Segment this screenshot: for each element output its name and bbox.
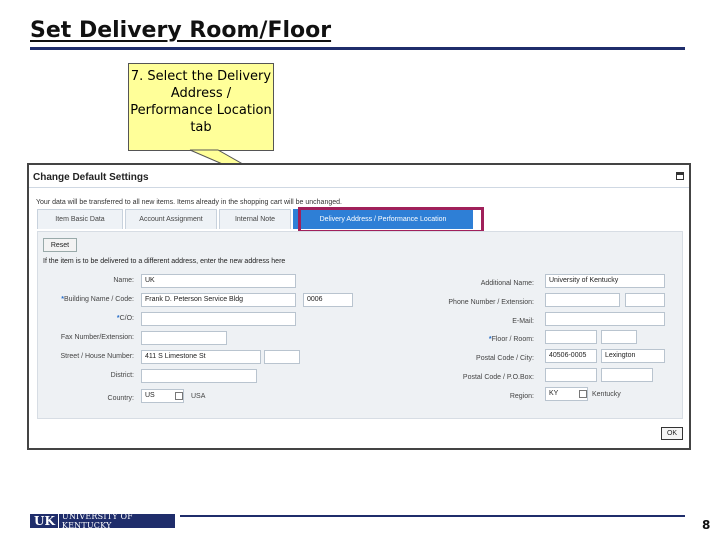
- street-field[interactable]: 411 S Limestone St: [141, 350, 261, 364]
- postal-code-field[interactable]: 40506-0005: [545, 349, 597, 363]
- logo-uk: UK: [30, 514, 59, 528]
- additional-name-label: Additional Name:: [480, 280, 534, 287]
- additional-name-field[interactable]: University of Kentucky: [545, 274, 665, 288]
- email-label: E-Mail:: [512, 318, 534, 325]
- fax-field[interactable]: [141, 331, 227, 345]
- phone-extension-field[interactable]: [625, 293, 665, 307]
- phone-label: Phone Number / Extension:: [448, 299, 534, 306]
- info-text: Your data will be transferred to all new…: [36, 199, 342, 206]
- district-field[interactable]: [141, 369, 257, 383]
- fax-label: Fax Number/Extension:: [60, 334, 134, 341]
- title-divider: [30, 47, 685, 50]
- footer-divider: [180, 515, 685, 517]
- tab-internal-note[interactable]: Internal Note: [219, 209, 291, 229]
- address-instruction: If the item is to be delivered to a diff…: [43, 258, 286, 265]
- building-label-text: Building Name / Code:: [63, 296, 134, 303]
- dialog-header: Change Default Settings: [29, 165, 689, 188]
- region-value-help-icon[interactable]: [579, 390, 587, 398]
- po-box-field[interactable]: [601, 368, 653, 382]
- country-label: Country:: [107, 395, 134, 402]
- page-number: 8: [702, 518, 711, 532]
- co-label-text: C/O:: [119, 315, 134, 322]
- city-field[interactable]: Lexington: [601, 349, 665, 363]
- email-field[interactable]: [545, 312, 665, 326]
- maximize-icon[interactable]: [676, 172, 684, 180]
- dialog-title: Change Default Settings: [33, 172, 149, 183]
- street-label: Street / House Number:: [60, 353, 134, 360]
- floor-field[interactable]: [545, 330, 597, 344]
- floor-room-label-text: Floor / Room:: [491, 336, 534, 343]
- po-box-label: Postal Code / P.O.Box:: [462, 374, 534, 381]
- region-label: Region:: [509, 393, 534, 400]
- slide-title: Set Delivery Room/Floor: [30, 18, 332, 43]
- region-name: Kentucky: [592, 391, 621, 398]
- tab-item-basic-data[interactable]: Item Basic Data: [37, 209, 123, 229]
- ok-button[interactable]: OK: [661, 427, 683, 440]
- instruction-callout: 7. Select the Delivery Address / Perform…: [128, 63, 274, 151]
- tab-highlight: [298, 207, 484, 233]
- co-field[interactable]: [141, 312, 296, 326]
- university-logo: UK UNIVERSITY OF KENTUCKY: [30, 512, 175, 530]
- co-label: *C/O:: [117, 315, 134, 322]
- building-field[interactable]: Frank D. Peterson Service Bldg: [141, 293, 296, 307]
- change-default-settings-dialog: Change Default Settings Your data will b…: [27, 163, 691, 450]
- name-label: Name:: [113, 277, 134, 284]
- district-label: District:: [110, 372, 134, 379]
- name-field[interactable]: UK: [141, 274, 296, 288]
- floor-room-label: *Floor / Room:: [489, 336, 534, 343]
- po-postal-code-field[interactable]: [545, 368, 597, 382]
- postal-city-label: Postal Code / City:: [476, 355, 534, 362]
- house-number-field[interactable]: [264, 350, 300, 364]
- logo-text: UNIVERSITY OF KENTUCKY: [61, 512, 133, 530]
- room-field[interactable]: [601, 330, 637, 344]
- country-value-help-icon[interactable]: [175, 392, 183, 400]
- phone-field[interactable]: [545, 293, 620, 307]
- building-label: *Building Name / Code:: [61, 296, 134, 303]
- building-code-field[interactable]: 0006: [303, 293, 353, 307]
- country-name: USA: [191, 393, 206, 400]
- tab-account-assignment[interactable]: Account Assignment: [125, 209, 217, 229]
- reset-button[interactable]: Reset: [43, 238, 77, 252]
